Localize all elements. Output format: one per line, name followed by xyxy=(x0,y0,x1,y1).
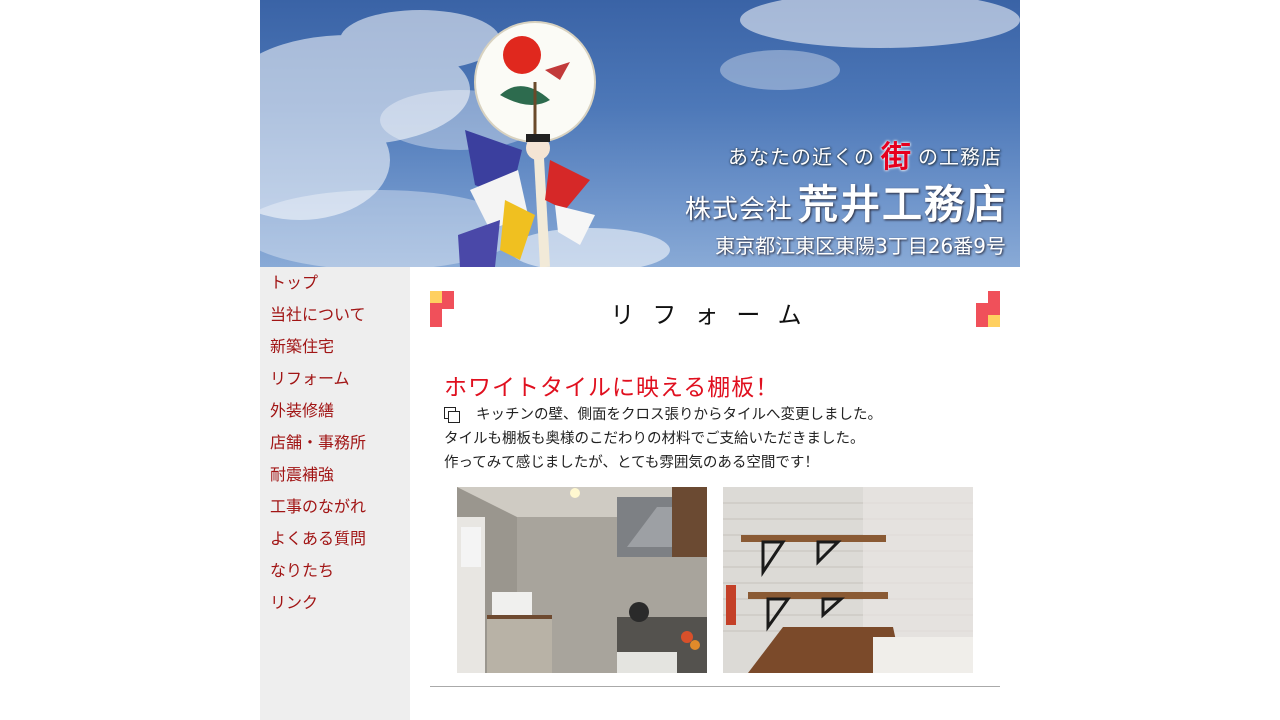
nav-item-faq[interactable]: よくある質問 xyxy=(260,528,410,560)
section-divider xyxy=(430,686,1000,687)
nav-item-exterior[interactable]: 外装修繕 xyxy=(260,400,410,432)
article-line-text: キッチンの壁、側面をクロス張りからタイルへ変更しました。 xyxy=(476,407,882,423)
tagline-before: あなたの近くの xyxy=(728,145,875,169)
nav-item-history[interactable]: なりたち xyxy=(260,560,410,592)
tagline-after: の工務店 xyxy=(918,145,1002,169)
nav-item-about[interactable]: 当社について xyxy=(260,304,410,336)
company-name: 株式会社 荒井工務店 xyxy=(685,172,1008,230)
tagline: あなたの近くの街の工務店 xyxy=(728,132,1002,176)
nav-item-reform[interactable]: リフォーム xyxy=(260,368,410,400)
title-decoration-right-icon xyxy=(976,291,1000,327)
photo-tile-shelves[interactable] xyxy=(723,487,973,673)
article-line: キッチンの壁、側面をクロス張りからタイルへ変更しました。 xyxy=(444,403,882,427)
main-content: リフォーム ホワイトタイルに映える棚板！ キッチンの壁、側面をクロス張りからタイ… xyxy=(430,267,1000,720)
tagline-accent: 街 xyxy=(881,140,912,175)
nav-item-links[interactable]: リンク xyxy=(260,592,410,624)
shelves-photo-image xyxy=(723,487,973,673)
company-address: 東京都江東区東陽3丁目26番9号 xyxy=(715,234,1006,258)
header-banner: あなたの近くの街の工務店 株式会社 荒井工務店 東京都江東区東陽3丁目26番9号 xyxy=(260,0,1020,267)
company-title: 荒井工務店 xyxy=(798,182,1008,228)
sidebar-nav: トップ 当社について 新築住宅 リフォーム 外装修繕 店舗・事務所 耐震補強 工… xyxy=(260,267,410,720)
nav-item-top[interactable]: トップ xyxy=(260,272,410,304)
copy-icon xyxy=(444,407,460,423)
nav-item-shop-office[interactable]: 店舗・事務所 xyxy=(260,432,410,464)
nav-item-new-house[interactable]: 新築住宅 xyxy=(260,336,410,368)
title-bar: リフォーム xyxy=(430,267,1000,329)
photo-kitchen-before[interactable] xyxy=(457,487,707,673)
company-kind: 株式会社 xyxy=(684,195,793,225)
article-heading: ホワイトタイルに映える棚板！ xyxy=(444,375,780,401)
nav-list: トップ 当社について 新築住宅 リフォーム 外装修繕 店舗・事務所 耐震補強 工… xyxy=(260,267,410,624)
page-title: リフォーム xyxy=(610,301,820,329)
nav-item-process[interactable]: 工事のながれ xyxy=(260,496,410,528)
article-body: キッチンの壁、側面をクロス張りからタイルへ変更しました。 タイルも棚板も奥様のこ… xyxy=(444,403,882,475)
kitchen-photo-image xyxy=(457,487,707,673)
nav-item-seismic[interactable]: 耐震補強 xyxy=(260,464,410,496)
page: あなたの近くの街の工務店 株式会社 荒井工務店 東京都江東区東陽3丁目26番9号… xyxy=(260,0,1020,720)
article-line: 作ってみて感じましたが、とても雰囲気のある空間です！ xyxy=(444,455,819,471)
article-line: タイルも棚板も奥様のこだわりの材料でご支給いただきました。 xyxy=(444,431,865,447)
